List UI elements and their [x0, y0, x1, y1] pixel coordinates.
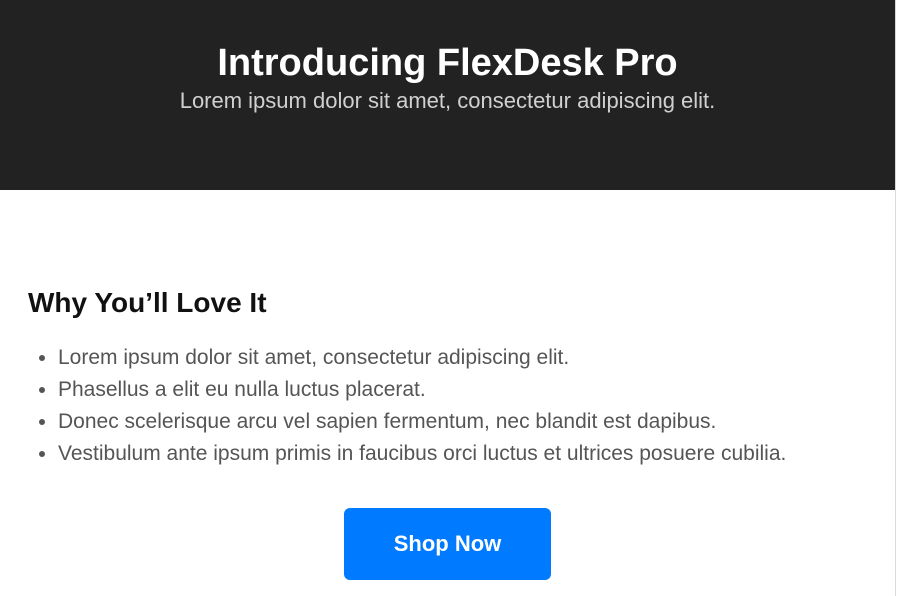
feature-item: Lorem ipsum dolor sit amet, consectetur …	[58, 342, 867, 374]
feature-item: Donec scelerisque arcu vel sapien fermen…	[58, 406, 867, 438]
feature-list: Lorem ipsum dolor sit amet, consectetur …	[28, 342, 867, 470]
feature-item: Vestibulum ante ipsum primis in faucibus…	[58, 438, 867, 470]
hero-title: Introducing FlexDesk Pro	[217, 42, 678, 84]
feature-item: Phasellus a elit eu nulla luctus placera…	[58, 374, 867, 406]
hero-banner: Introducing FlexDesk Pro Lorem ipsum dol…	[0, 0, 895, 190]
shop-now-button[interactable]: Shop Now	[344, 508, 551, 580]
hero-subtitle: Lorem ipsum dolor sit amet, consectetur …	[179, 88, 716, 113]
email-page: Introducing FlexDesk Pro Lorem ipsum dol…	[0, 0, 896, 596]
main-content: Why You’ll Love It Lorem ipsum dolor sit…	[0, 190, 895, 580]
features-title: Why You’ll Love It	[28, 287, 267, 318]
cta-wrapper: Shop Now	[28, 508, 867, 580]
